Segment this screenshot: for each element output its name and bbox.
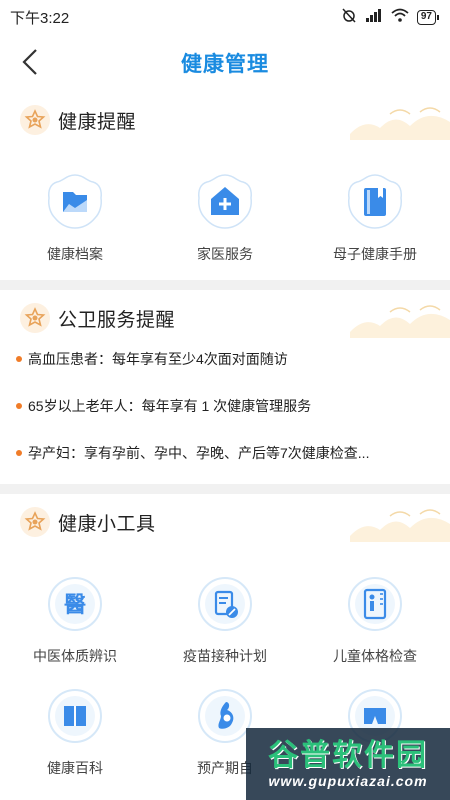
- health-record-item[interactable]: 健康档案: [0, 172, 150, 264]
- section-title: 健康提醒: [58, 111, 137, 133]
- vaccine-record-icon: [195, 574, 255, 634]
- svg-text:醫: 醫: [64, 593, 86, 618]
- status-time: 下午3:22: [10, 9, 70, 27]
- health-reminder-grid: 健康档案 家医服务 母子健康手册: [0, 172, 450, 264]
- badge-star-icon: [20, 507, 50, 537]
- grid-label: 家医服务: [197, 246, 253, 262]
- page-title: 健康管理: [181, 53, 269, 76]
- wifi-icon: [391, 8, 409, 26]
- notice-text: 高血压患者：每年享有至少4次面对面随访: [28, 351, 288, 367]
- child-physical-exam-item[interactable]: 儿童体格检查: [300, 574, 450, 666]
- section-title: 公卫服务提醒: [58, 309, 176, 331]
- mother-child-handbook-item[interactable]: 母子健康手册: [300, 172, 450, 264]
- child-growth-icon: [345, 574, 405, 634]
- badge-star-icon: [20, 303, 50, 333]
- grid-label: 健康档案: [47, 246, 103, 262]
- watermark-main-text: 谷普软件园: [268, 739, 428, 772]
- back-arrow-icon: [22, 49, 37, 75]
- grid-label: 中医体质辨识: [33, 648, 117, 664]
- grid-label: 母子健康手册: [333, 246, 417, 262]
- signal-icon: [365, 8, 383, 26]
- bullet-dot-icon: [16, 403, 22, 409]
- grid-label: 儿童体格检查: [333, 648, 417, 664]
- nav-bar: 健康管理: [0, 34, 450, 92]
- health-reminder-section: 健康提醒 健康档案 家医服务 母子健康手册: [0, 98, 450, 270]
- grid-label: 健康百科: [47, 760, 103, 776]
- encyclopedia-icon: [45, 686, 105, 746]
- section-divider: [0, 280, 450, 290]
- health-tools-grid-row-1: 醫 中医体质辨识 疫苗接种计划 儿童体格检查: [0, 574, 450, 666]
- book-icon: [345, 172, 405, 232]
- decoration-icon: [350, 107, 450, 140]
- health-encyclopedia-item[interactable]: 健康百科: [0, 686, 150, 778]
- watermark-logo: 谷普软件园 www.gupuxiazai.com: [246, 728, 450, 800]
- tcm-constitution-item[interactable]: 醫 中医体质辨识: [0, 574, 150, 666]
- bullet-dot-icon: [16, 356, 22, 362]
- public-service-section: 公卫服务提醒 高血压患者：每年享有至少4次面对面随访 65岁以上老年人：每年享有…: [0, 296, 450, 482]
- notice-item[interactable]: 孕产妇：享有孕前、孕中、孕晚、产后等7次健康检查...: [16, 443, 369, 463]
- notice-text: 65岁以上老年人：每年享有 1 次健康管理服务: [28, 398, 312, 414]
- decoration-icon: [350, 509, 450, 542]
- grid-label: 疫苗接种计划: [183, 648, 267, 664]
- back-button[interactable]: [14, 46, 46, 78]
- family-doctor-item[interactable]: 家医服务: [150, 172, 300, 264]
- alarm-off-icon: [341, 7, 357, 27]
- section-divider: [0, 484, 450, 494]
- notice-item[interactable]: 高血压患者：每年享有至少4次面对面随访: [16, 349, 288, 369]
- grid-label: 预产期自: [197, 760, 253, 776]
- bullet-dot-icon: [16, 450, 22, 456]
- home-plus-icon: [195, 172, 255, 232]
- battery-icon: 97: [416, 9, 440, 25]
- watermark-url-text: www.gupuxiazai.com: [268, 773, 428, 789]
- tcm-icon: 醫: [45, 574, 105, 634]
- vaccine-plan-item[interactable]: 疫苗接种计划: [150, 574, 300, 666]
- notice-item[interactable]: 65岁以上老年人：每年享有 1 次健康管理服务: [16, 396, 311, 416]
- badge-star-icon: [20, 105, 50, 135]
- section-title: 健康小工具: [58, 513, 156, 535]
- notice-text: 孕产妇：享有孕前、孕中、孕晚、产后等7次健康检查...: [28, 445, 370, 461]
- decoration-icon: [350, 305, 450, 338]
- status-bar: 下午3:22 97: [0, 0, 450, 34]
- folder-icon: [45, 172, 105, 232]
- status-icons: 97: [341, 7, 440, 27]
